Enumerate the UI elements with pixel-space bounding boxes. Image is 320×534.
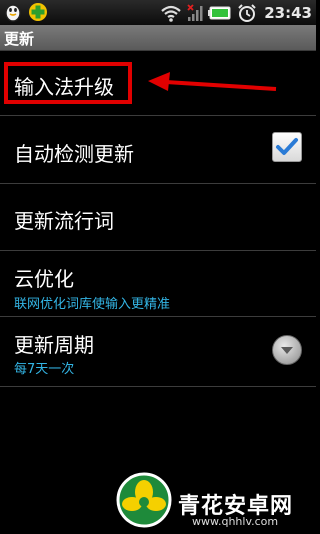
setting-cloud-optimize-label: 云优化 <box>14 267 74 291</box>
page-title: 更新 <box>4 30 35 48</box>
setting-upgrade[interactable]: 输入法升级 <box>0 51 316 116</box>
signal-bars-icon <box>187 4 203 21</box>
watermark: 青花安卓网 www.qhhlv.com <box>112 470 312 532</box>
status-bar: 23:43 <box>0 0 316 25</box>
watermark-logo-icon <box>116 472 172 528</box>
highlight-box <box>4 62 132 104</box>
checkmark-icon <box>276 138 298 155</box>
settings-list: 输入法升级 自动检测更新 更新流行词 云优化 联网优化词库使输入更精准 更新周期… <box>0 51 316 387</box>
green-plus-app-icon <box>29 3 47 21</box>
qq-penguin-icon <box>5 4 21 22</box>
setting-update-words[interactable]: 更新流行词 <box>0 184 316 251</box>
update-cycle-dropdown[interactable] <box>272 335 302 365</box>
setting-update-cycle-label: 更新周期 <box>14 333 94 357</box>
title-bar: 更新 <box>0 25 316 51</box>
setting-update-cycle[interactable]: 更新周期 每7天一次 <box>0 317 316 387</box>
watermark-url: www.qhhlv.com <box>192 515 279 528</box>
setting-auto-update[interactable]: 自动检测更新 <box>0 116 316 184</box>
auto-update-checkbox[interactable] <box>272 132 302 162</box>
red-arrow-annotation <box>148 72 277 91</box>
setting-cloud-optimize-summary: 联网优化词库使输入更精准 <box>14 297 171 312</box>
chevron-down-icon <box>281 347 293 354</box>
setting-cloud-optimize[interactable]: 云优化 联网优化词库使输入更精准 <box>0 251 316 317</box>
setting-update-cycle-summary: 每7天一次 <box>14 362 75 377</box>
alarm-clock-icon <box>238 4 256 22</box>
setting-update-words-label: 更新流行词 <box>14 209 114 233</box>
setting-auto-update-label: 自动检测更新 <box>14 142 134 166</box>
wifi-icon <box>161 5 181 22</box>
status-time: 23:43 <box>264 4 312 22</box>
battery-icon <box>208 6 231 20</box>
